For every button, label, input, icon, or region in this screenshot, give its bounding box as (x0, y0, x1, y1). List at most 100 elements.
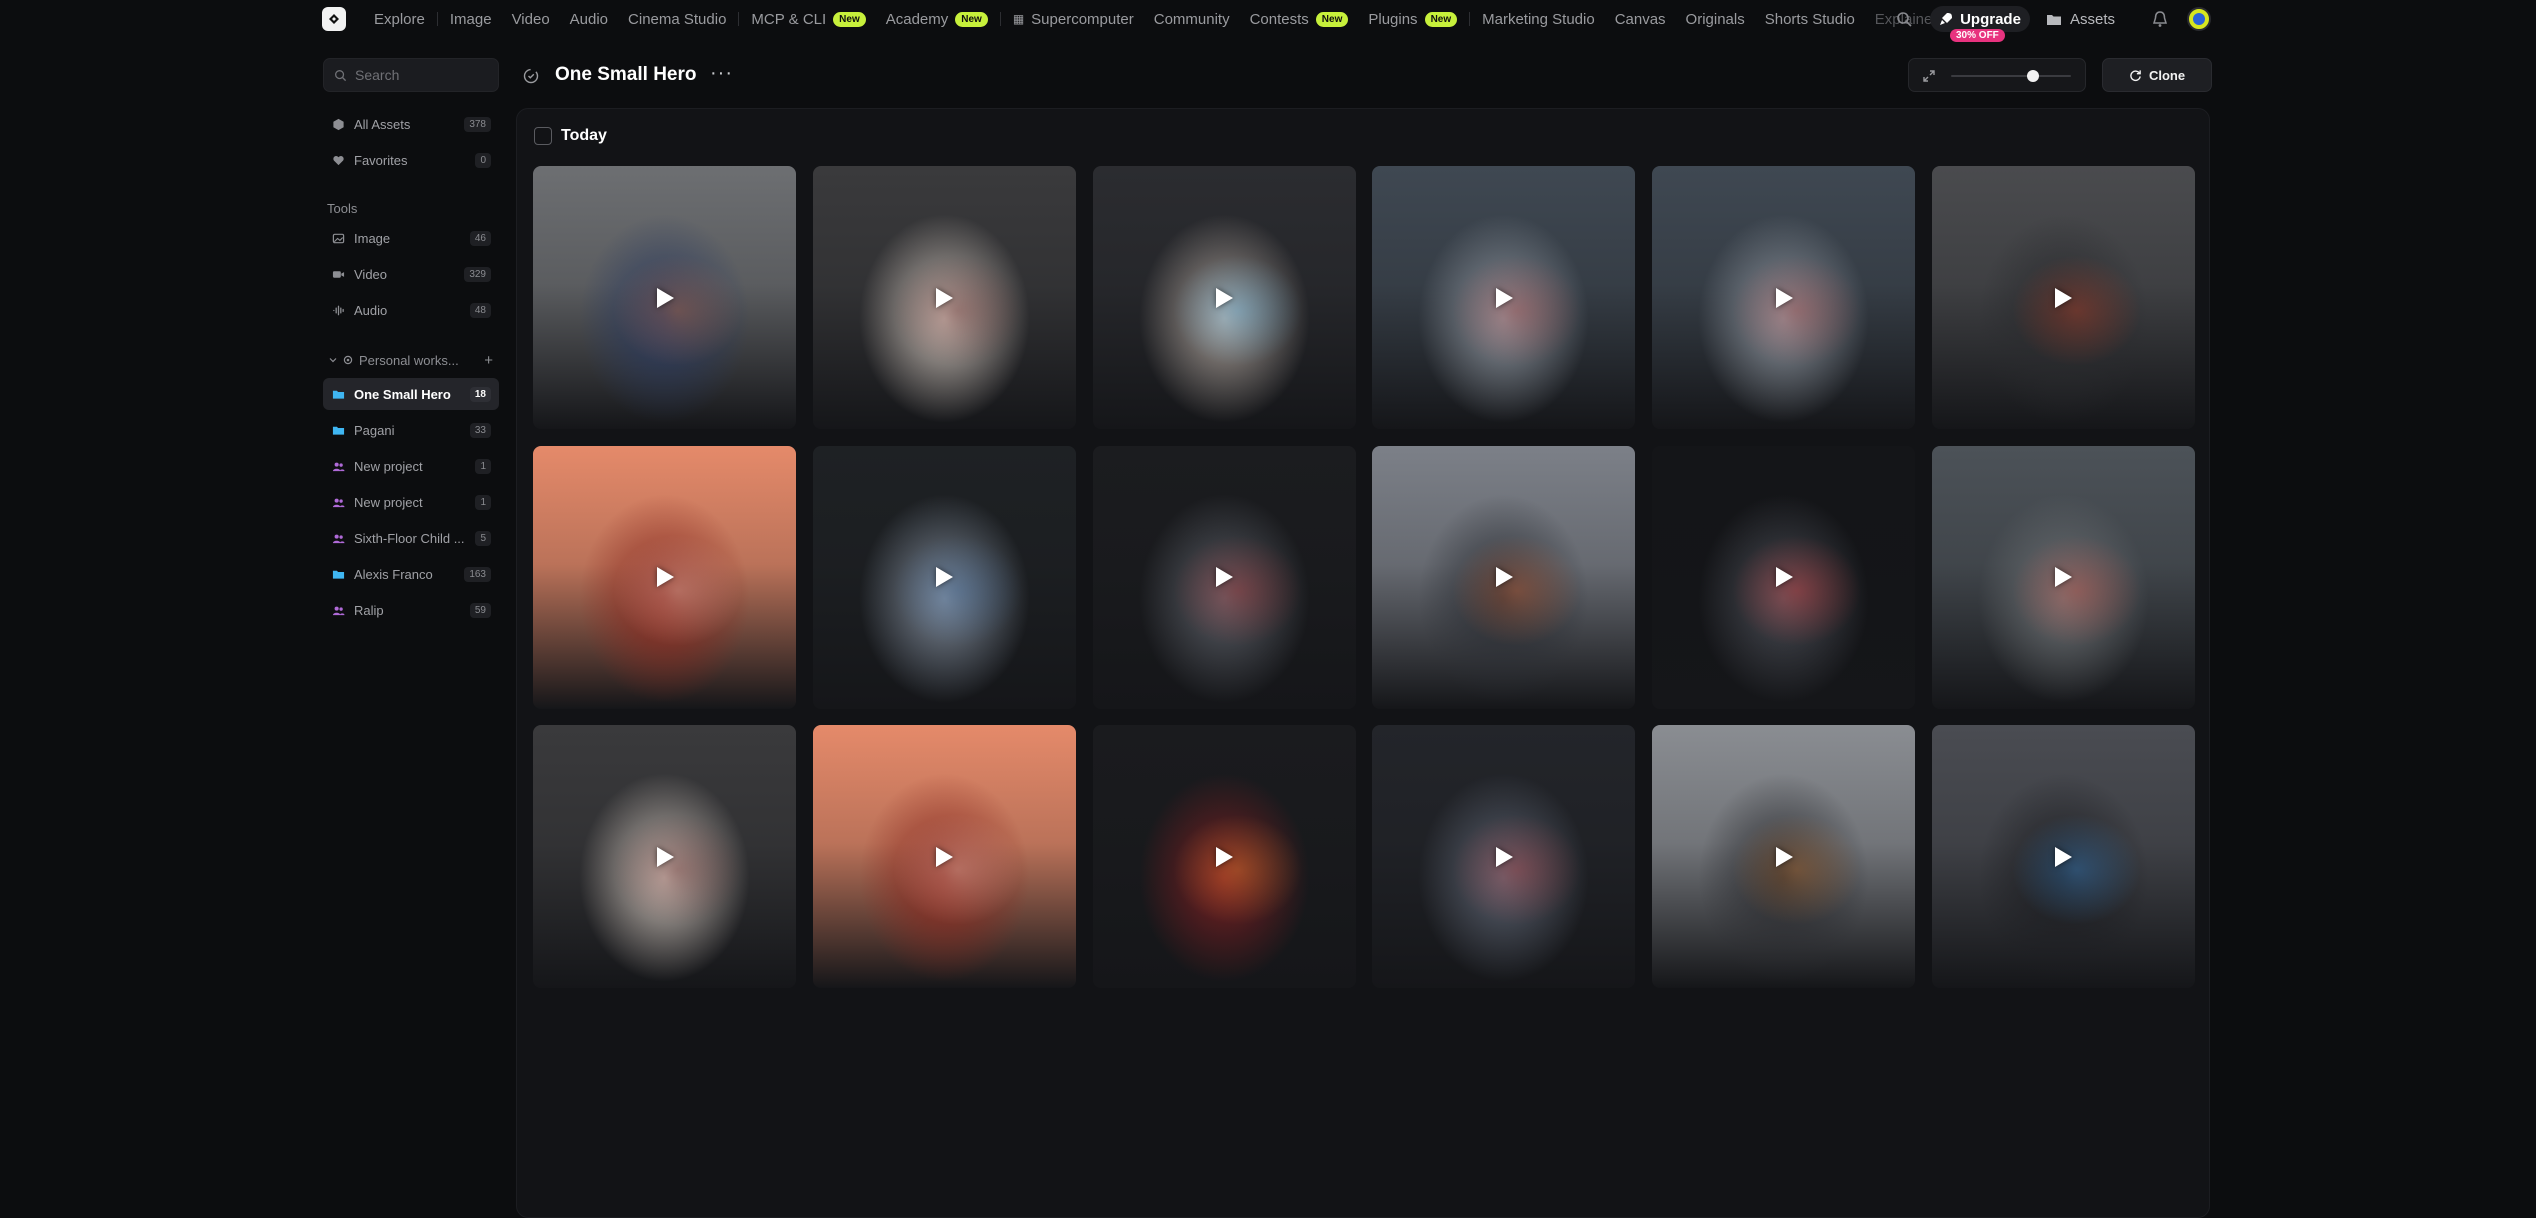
nav-item-supercomputer[interactable]: ▦ Supercomputer (1003, 11, 1144, 28)
play-icon[interactable] (1213, 565, 1235, 589)
nav-item-image[interactable]: Image (440, 11, 502, 28)
play-icon[interactable] (933, 565, 955, 589)
discount-badge: 30% OFF (1950, 29, 2005, 42)
video-thumbnail[interactable] (1372, 166, 1636, 429)
nav-divider (436, 12, 438, 26)
new-badge: New (833, 11, 866, 27)
video-thumbnail[interactable] (1092, 166, 1356, 429)
nav-item-originals[interactable]: Originals (1676, 11, 1755, 28)
nav-item-mcp-cli[interactable]: MCP & CLI New (741, 11, 875, 28)
play-icon[interactable] (933, 845, 955, 869)
video-thumbnail[interactable] (812, 725, 1076, 989)
more-options-button[interactable]: ··· (710, 62, 733, 85)
play-icon[interactable] (1213, 286, 1235, 310)
nav-item-label: Contests (1249, 10, 1309, 28)
video-thumbnail[interactable] (533, 725, 796, 989)
video-thumbnail[interactable] (1652, 166, 1916, 429)
notification-bell-icon[interactable] (2150, 9, 2170, 29)
assets-label: Assets (2070, 10, 2116, 28)
nav-item-contests[interactable]: Contests New (1240, 11, 1359, 28)
sidebar-item-video[interactable]: Video 329 (323, 258, 499, 290)
search-icon[interactable] (1895, 10, 1913, 28)
search-input[interactable] (355, 67, 485, 83)
play-icon[interactable] (1493, 286, 1515, 310)
play-icon[interactable] (1493, 845, 1515, 869)
sidebar-item-label: All Assets (354, 116, 411, 132)
play-icon[interactable] (2052, 845, 2074, 869)
sidebar-search[interactable] (323, 58, 499, 92)
video-thumbnail[interactable] (1372, 725, 1636, 989)
sidebar-item-pagani[interactable]: Pagani 33 (323, 414, 499, 446)
sidebar-item-new-project[interactable]: New project 1 (323, 486, 499, 518)
nav-item-plugins[interactable]: Plugins New (1358, 11, 1467, 28)
play-icon[interactable] (654, 845, 676, 869)
play-icon[interactable] (1773, 845, 1795, 869)
assets-link[interactable]: Assets (2046, 0, 2115, 38)
expand-icon[interactable] (1921, 68, 1937, 84)
video-thumbnail[interactable] (1931, 445, 2195, 709)
nav-item-audio[interactable]: Audio (560, 11, 618, 28)
zoom-slider[interactable] (1951, 70, 2071, 82)
video-thumbnail[interactable] (1092, 445, 1356, 709)
nav-item-label: Audio (569, 10, 609, 28)
video-icon (331, 267, 345, 281)
user-avatar[interactable] (2187, 7, 2211, 31)
clone-button[interactable]: Clone (2102, 58, 2212, 92)
video-thumbnail[interactable] (1931, 166, 2195, 429)
zoom-slider-thumb[interactable] (2026, 70, 2039, 82)
nav-item-video[interactable]: Video (502, 11, 560, 28)
nav-item-label: Cinema Studio (628, 10, 727, 28)
nav-item-explore[interactable]: Explore (364, 11, 435, 28)
sidebar-item-label: Alexis Franco (354, 566, 433, 582)
nav-item-marketing-studio[interactable]: Marketing Studio (1472, 11, 1605, 28)
top-navigation: Explore Image Video Audio Cinema Studio MCP &… (0, 0, 2536, 42)
sidebar-item-image[interactable]: Image 46 (323, 222, 499, 254)
people-icon (331, 531, 345, 545)
nav-item-cinema-studio[interactable]: Cinema Studio (618, 11, 736, 28)
section-label: Today (561, 127, 607, 144)
play-icon[interactable] (1493, 565, 1515, 589)
sidebar-item-favorites[interactable]: Favorites 0 (323, 144, 499, 176)
select-all-checkbox[interactable] (534, 127, 552, 145)
play-icon[interactable] (1773, 565, 1795, 589)
sidebar-item-alexis-franco[interactable]: Alexis Franco 163 (323, 558, 499, 590)
nav-item-shorts-studio[interactable]: Shorts Studio (1755, 11, 1865, 28)
video-thumbnail[interactable] (533, 166, 796, 429)
play-icon[interactable] (2052, 286, 2074, 310)
video-thumbnail[interactable] (1652, 445, 1916, 709)
sidebar-item-all-assets[interactable]: All Assets 378 (323, 108, 499, 140)
rocket-icon (1940, 13, 1953, 25)
nav-item-canvas[interactable]: Canvas (1605, 11, 1676, 28)
add-project-icon[interactable]: + (484, 352, 493, 369)
workspace-selector[interactable]: Personal works... + (323, 349, 499, 371)
video-thumbnail[interactable] (1931, 725, 2195, 989)
count-badge: 33 (469, 422, 491, 438)
video-thumbnail[interactable] (533, 445, 796, 709)
nav-item-label: MCP & CLI (751, 10, 827, 28)
nav-item-community[interactable]: Community (1144, 11, 1240, 28)
project-status-icon[interactable] (522, 67, 540, 85)
app-logo-icon[interactable] (322, 7, 346, 31)
video-thumbnail[interactable] (1092, 725, 1356, 989)
folder-icon (331, 423, 345, 437)
video-thumbnail[interactable] (812, 445, 1076, 709)
sidebar-item-one-small-hero[interactable]: One Small Hero 18 (323, 378, 499, 410)
play-icon[interactable] (1773, 286, 1795, 310)
sidebar-item-label: Audio (354, 302, 388, 318)
section-header: Today (534, 127, 607, 145)
sidebar-item-audio[interactable]: Audio 48 (323, 294, 499, 326)
play-icon[interactable] (1213, 845, 1235, 869)
video-thumbnail[interactable] (1372, 445, 1636, 709)
nav-item-academy[interactable]: Academy New (876, 11, 998, 28)
play-icon[interactable] (654, 565, 676, 589)
sidebar-item-sixth-floor-child[interactable]: Sixth-Floor Child ... 5 (323, 522, 499, 554)
new-badge: New (955, 11, 988, 27)
search-icon (335, 69, 347, 81)
video-thumbnail[interactable] (1652, 725, 1916, 989)
play-icon[interactable] (654, 286, 676, 310)
play-icon[interactable] (933, 286, 955, 310)
sidebar-item-ralip[interactable]: Ralip 59 (323, 594, 499, 626)
video-thumbnail[interactable] (812, 166, 1076, 429)
sidebar-item-new-project[interactable]: New project 1 (323, 450, 499, 482)
play-icon[interactable] (2052, 565, 2074, 589)
